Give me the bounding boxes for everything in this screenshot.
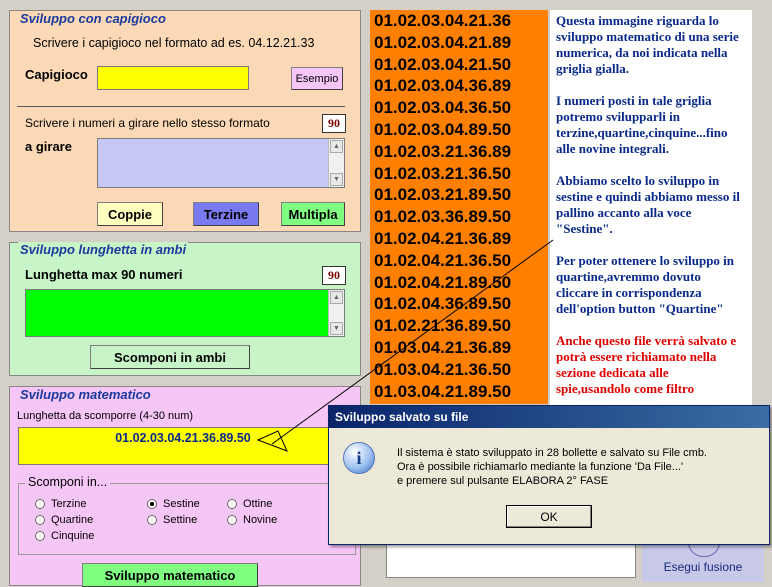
capigioco-panel-title: Sviluppo con capigioco [18, 11, 168, 26]
radio-icon [35, 499, 45, 509]
option-novine-label: Novine [243, 514, 278, 526]
a-girare-label: a girare [25, 139, 72, 154]
result-item[interactable]: 01.02.03.21.36.89 [370, 141, 548, 163]
sequence-input[interactable]: 01.02.03.04.21.36.89.50 [18, 427, 348, 465]
capigioco-instruction: Scrivere i capigioco nel formato ad es. … [33, 36, 315, 50]
lower-right-area: Esegui fusione [380, 540, 772, 582]
matematico-panel: Sviluppo matematico Lunghetta da scompor… [9, 386, 361, 587]
radio-icon [35, 531, 45, 541]
lunghetta-input[interactable]: ▲ ▼ [25, 289, 345, 337]
result-item[interactable]: 01.02.04.21.89.50 [370, 272, 548, 294]
result-item[interactable]: 01.02.03.04.21.50 [370, 54, 548, 76]
option-terzine-label: Terzine [51, 498, 87, 510]
lunghetta-label: Lunghetta max 90 numeri [25, 267, 183, 282]
result-item[interactable]: 01.03.04.21.89.50 [370, 381, 548, 403]
dialog-message: Il sistema è stato sviluppato in 28 boll… [397, 446, 765, 488]
capigioco-panel: Sviluppo con capigioco Scrivere i capigi… [9, 10, 361, 232]
length-label: Lunghetta da scomporre (4-30 num) [17, 410, 194, 422]
capigioco-divider [17, 106, 345, 107]
result-item[interactable]: 01.02.03.04.36.50 [370, 97, 548, 119]
result-item[interactable]: 01.02.03.04.21.36 [370, 10, 548, 32]
results-list[interactable]: 01.02.03.04.21.36 01.02.03.04.21.89 01.02.… [370, 10, 548, 404]
option-ottine[interactable]: Ottine [227, 498, 272, 510]
option-cinquine[interactable]: Cinquine [35, 530, 94, 542]
result-item[interactable]: 01.02.21.36.89.50 [370, 315, 548, 337]
numbers-instruction: Scrivere i numeri a girare nello stesso … [25, 116, 270, 130]
result-item[interactable]: 01.02.03.04.89.50 [370, 119, 548, 141]
option-quartine-label: Quartine [51, 514, 94, 526]
output-box [386, 540, 636, 578]
dialog-title: Sviluppo salvato su file [335, 410, 469, 424]
option-settine[interactable]: Settine [147, 514, 197, 526]
result-item[interactable]: 01.03.04.21.36.50 [370, 359, 548, 381]
result-item[interactable]: 01.02.04.36.89.50 [370, 293, 548, 315]
terzine-button[interactable]: Terzine [193, 202, 259, 226]
a-girare-scrollbar[interactable]: ▲ ▼ [328, 139, 344, 187]
result-item[interactable]: 01.02.03.04.21.89 [370, 32, 548, 54]
coppie-button[interactable]: Coppie [97, 202, 163, 226]
result-item[interactable]: 01.02.03.36.89.50 [370, 206, 548, 228]
info-paragraph-4: Per poter ottenere lo sviluppo in quarti… [556, 253, 735, 316]
option-settine-label: Settine [163, 514, 198, 526]
info-icon: i [343, 442, 375, 474]
info-paragraph-1: Questa immagine riguarda lo sviluppo mat… [556, 13, 739, 76]
saved-dialog: Sviluppo salvato su file i Il sistema è … [328, 405, 770, 545]
dialog-titlebar: Sviluppo salvato su file [329, 406, 769, 428]
result-item[interactable]: 01.02.04.21.36.89 [370, 228, 548, 250]
lunghetta-count-badge: 90 [322, 266, 346, 285]
scomponi-ambi-button[interactable]: Scomponi in ambi [90, 345, 250, 369]
capigioco-input[interactable] [97, 66, 249, 90]
scroll-up-icon[interactable]: ▲ [330, 140, 343, 153]
result-item[interactable]: 01.03.04.21.36.89 [370, 337, 548, 359]
option-sestine-label: Sestine [163, 498, 200, 510]
info-paragraph-3: Abbiamo scelto lo sviluppo in sestine e … [556, 173, 740, 236]
lunghetta-scrollbar[interactable]: ▲ ▼ [328, 290, 344, 336]
result-item[interactable]: 01.02.03.21.89.50 [370, 184, 548, 206]
scomponi-group: Scomponi in... Terzine Sestine Ottine Qu… [18, 475, 356, 555]
esempio-button[interactable]: Esempio [291, 67, 343, 90]
sviluppo-matematico-button[interactable]: Sviluppo matematico [82, 563, 258, 587]
radio-selected-icon [147, 499, 157, 509]
info-panel: Questa immagine riguarda lo sviluppo mat… [550, 10, 752, 425]
fusion-panel: Esegui fusione [642, 540, 764, 582]
radio-icon [35, 515, 45, 525]
option-terzine[interactable]: Terzine [35, 498, 86, 510]
lunghetta-panel: Sviluppo lunghetta in ambi Lunghetta max… [9, 242, 361, 376]
option-ottine-label: Ottine [243, 498, 273, 510]
option-novine[interactable]: Novine [227, 514, 277, 526]
option-sestine[interactable]: Sestine [147, 498, 200, 510]
ok-button[interactable]: OK [506, 505, 592, 528]
scroll-up-icon[interactable]: ▲ [330, 291, 343, 304]
result-item[interactable]: 01.02.03.04.36.89 [370, 75, 548, 97]
radio-icon [147, 515, 157, 525]
info-paragraph-2: I numeri posti in tale griglia potremo s… [556, 93, 728, 156]
a-girare-input[interactable]: ▲ ▼ [97, 138, 345, 188]
dialog-line-2: Ora è possibile richiamarlo mediante la … [397, 461, 684, 473]
radio-icon [227, 515, 237, 525]
scroll-down-icon[interactable]: ▼ [330, 173, 343, 186]
info-paragraph-5: Anche questo file verrà salvato e potrà … [556, 333, 737, 396]
scroll-down-icon[interactable]: ▼ [330, 322, 343, 335]
lunghetta-panel-title: Sviluppo lunghetta in ambi [18, 242, 189, 257]
dialog-line-3: e premere sul pulsante ELABORA 2° FASE [397, 475, 609, 487]
option-cinquine-label: Cinquine [51, 530, 95, 542]
capigioco-label: Capigioco [25, 67, 88, 82]
scomponi-group-label: Scomponi in... [25, 475, 111, 489]
capigioco-count-badge: 90 [322, 114, 346, 133]
result-item[interactable]: 01.02.04.21.36.50 [370, 250, 548, 272]
multipla-button[interactable]: Multipla [281, 202, 345, 226]
esegui-fusione-button[interactable]: Esegui fusione [642, 560, 764, 574]
dialog-line-1: Il sistema è stato sviluppato in 28 boll… [397, 447, 707, 459]
radio-icon [227, 499, 237, 509]
option-quartine[interactable]: Quartine [35, 514, 93, 526]
matematico-panel-title: Sviluppo matematico [18, 387, 153, 402]
result-item[interactable]: 01.02.03.21.36.50 [370, 163, 548, 185]
